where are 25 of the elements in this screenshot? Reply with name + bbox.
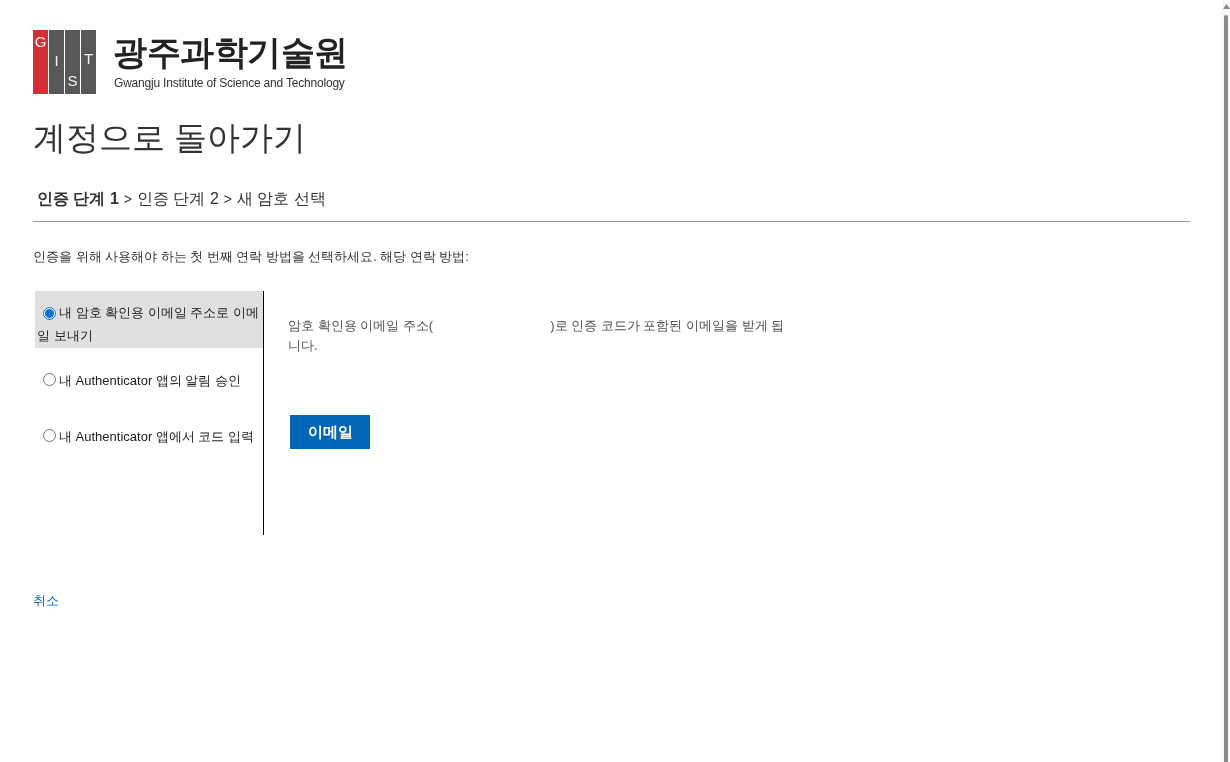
scrollbar-thumb[interactable] bbox=[1224, 15, 1228, 762]
scroll-up-arrow-icon[interactable] bbox=[1222, 4, 1230, 9]
contact-option[interactable]: 내 암호 확인용 이메일 주소로 이메일 보내기 bbox=[35, 291, 263, 348]
logo-tile: I bbox=[49, 30, 64, 94]
breadcrumb-separator: > bbox=[223, 190, 232, 209]
email-button[interactable]: 이메일 bbox=[290, 415, 370, 449]
logo-tile: T bbox=[81, 30, 96, 94]
detail-text: 암호 확인용 이메일 주소( )로 인증 코드가 포함된 이메일을 받게 됩니다. bbox=[288, 317, 786, 355]
logo-tile: G bbox=[33, 30, 48, 94]
radio-button[interactable] bbox=[43, 307, 56, 320]
logo-tile: S bbox=[65, 30, 80, 94]
radio-button[interactable] bbox=[43, 373, 56, 386]
logo-name: 광주과학기술원 bbox=[113, 34, 348, 70]
contact-option[interactable]: 내 Authenticator 앱에서 코드 입력 bbox=[35, 415, 263, 460]
cancel-link[interactable]: 취소 bbox=[33, 591, 59, 611]
radio-button[interactable] bbox=[43, 429, 56, 442]
contact-option[interactable]: 내 Authenticator 앱의 알림 승인 bbox=[35, 359, 263, 404]
breadcrumb-separator: > bbox=[123, 190, 132, 209]
scrollbar-track[interactable] bbox=[1222, 0, 1230, 762]
logo-subtitle: Gwangju Institute of Science and Technology bbox=[114, 76, 345, 90]
breadcrumb-step: 인증 단계 2 bbox=[137, 187, 219, 211]
breadcrumb-step: 새 암호 선택 bbox=[236, 187, 326, 211]
breadcrumb-step: 인증 단계 1 bbox=[37, 187, 119, 211]
instruction-text: 인증을 위해 사용해야 하는 첫 번째 연락 방법을 선택하세요. 해당 연락 방법: bbox=[33, 249, 469, 266]
page-title: 계정으로 돌아가기 bbox=[33, 118, 307, 158]
